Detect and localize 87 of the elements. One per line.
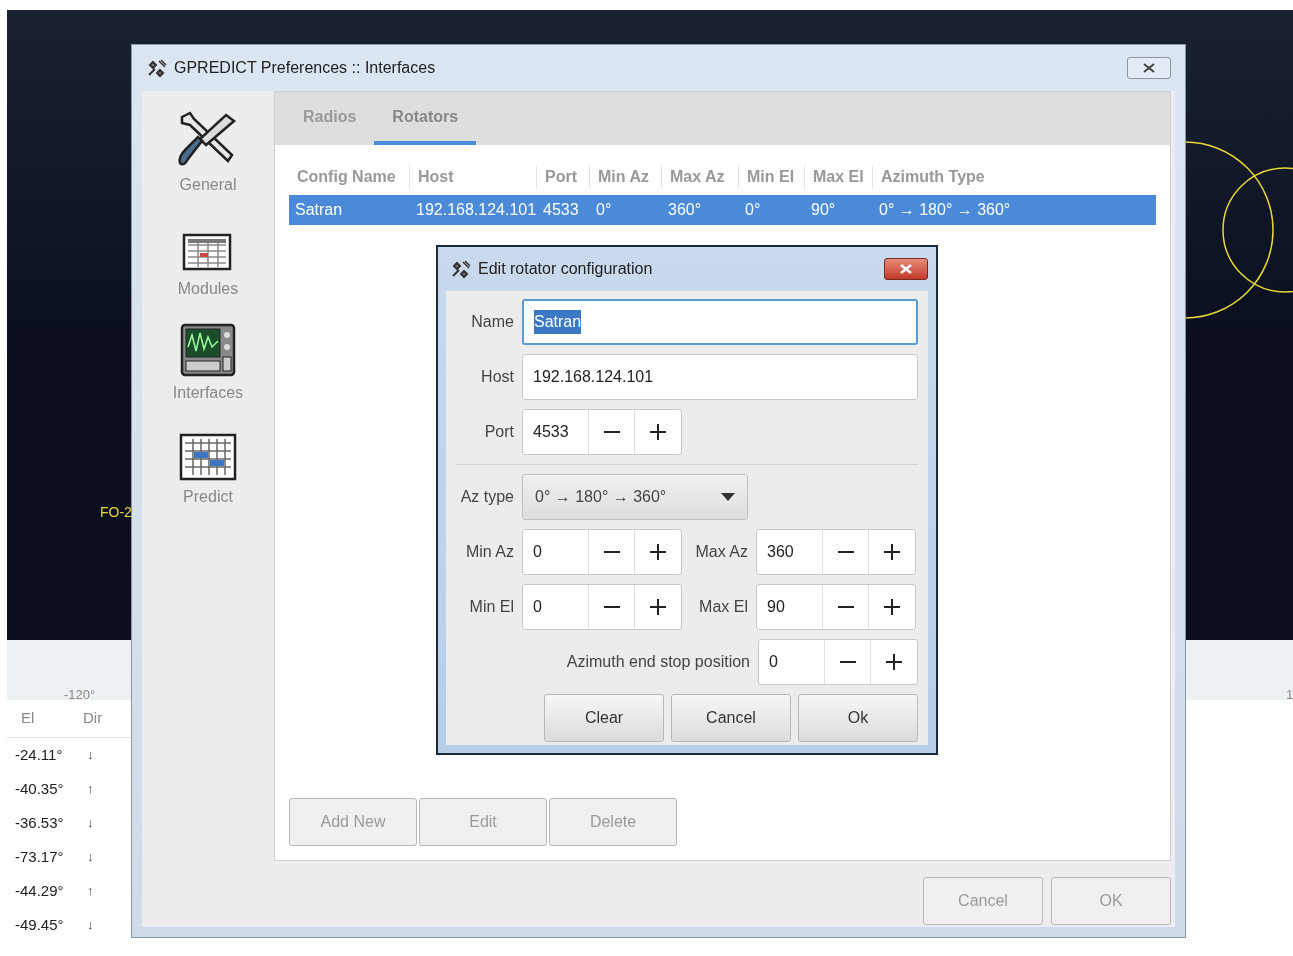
field-label: Azimuth end stop position — [566, 652, 750, 672]
minus-icon — [603, 551, 620, 553]
spin-field[interactable]: 0 — [758, 639, 918, 685]
satellite-icon — [146, 58, 168, 78]
table-cell-text: ↓ — [87, 848, 94, 867]
table-cell-text: 90° — [810, 200, 837, 220]
text-field[interactable]: 192.168.124.101 — [522, 354, 918, 400]
field-label: Az type — [459, 487, 514, 507]
map-label: 1 — [1286, 688, 1293, 701]
spreadsheet-icon — [182, 233, 234, 273]
close-button[interactable] — [884, 258, 928, 280]
spin-field[interactable]: 4533 — [522, 409, 682, 455]
field-label: Host — [480, 367, 514, 387]
column-header: Min Az — [590, 165, 662, 189]
number-input[interactable]: 90 — [757, 585, 823, 629]
satellite-icon — [450, 259, 472, 279]
number-input[interactable]: 4533 — [523, 410, 589, 454]
plus-icon — [650, 599, 666, 615]
minus-icon — [839, 661, 856, 663]
map-label: -120° — [64, 688, 96, 701]
field-value: 192.168.124.101 — [533, 367, 654, 387]
column-header: Config Name — [289, 165, 410, 189]
window-title: GPREDICT Preferences :: Interfaces — [174, 58, 436, 78]
table-cell-text: 360° — [667, 200, 703, 220]
minus-icon — [837, 551, 854, 553]
column-header: Azimuth Type — [880, 167, 986, 187]
text-field[interactable]: Satran — [522, 299, 918, 345]
close-icon — [900, 264, 912, 274]
dialog-button[interactable]: Clear — [544, 694, 664, 742]
table-row[interactable]: Satran 192.168.124.101 4533 0° 360° 0° 90° 0° → 180° → 360° — [289, 195, 1156, 225]
oscilloscope-icon — [180, 323, 236, 377]
table-cell-text: 0° — [595, 200, 613, 220]
spin-field[interactable]: 90 — [756, 584, 916, 630]
field-label: Max Az — [694, 542, 748, 562]
number-input[interactable]: 0 — [523, 585, 589, 629]
spin-field[interactable]: 0 — [522, 584, 682, 630]
table-cell-text: ↓ — [87, 814, 94, 833]
table-cell-text: 4533 — [542, 200, 580, 220]
grid-calendar-icon — [179, 433, 237, 481]
field-label: Min Az — [465, 542, 514, 562]
field-value: Satran — [534, 310, 582, 334]
minus-icon — [603, 431, 620, 433]
number-input[interactable]: 360 — [757, 530, 823, 574]
column-header: Port — [537, 165, 590, 189]
spin-field[interactable]: 360 — [756, 529, 916, 575]
caret-icon — [721, 493, 735, 501]
plus-icon — [884, 544, 900, 560]
table-cell-text: -49.45° — [14, 914, 65, 935]
column-header: Min El — [739, 165, 805, 189]
table-cell-text: 192.168.124.101 — [415, 200, 537, 220]
field-label: Name — [470, 312, 514, 332]
spin-field[interactable]: 0 — [522, 529, 682, 575]
number-input[interactable]: 0 — [523, 530, 589, 574]
plus-icon — [886, 654, 902, 670]
column-header: Host — [410, 165, 537, 189]
column-header: El — [20, 708, 36, 729]
table-cell-text: ↑ — [87, 780, 94, 799]
field-label: Max El — [698, 597, 748, 617]
minus-icon — [837, 606, 854, 608]
dialog-button[interactable]: Ok — [798, 694, 918, 742]
table-cell-text: Satran — [294, 200, 344, 220]
table-cell-text: ↓ — [87, 916, 94, 935]
number-input[interactable]: 0 — [759, 640, 825, 684]
plus-icon — [650, 424, 666, 440]
minus-icon — [603, 606, 620, 608]
dialog-button[interactable]: Cancel — [671, 694, 791, 742]
table-cell-text: ↑ — [87, 882, 94, 901]
table-cell-text: 0° — [744, 200, 762, 220]
plus-icon — [650, 544, 666, 560]
table-cell-text: -40.35° — [14, 778, 65, 799]
dialog-title: Edit rotator configuration — [478, 259, 653, 279]
column-header: Dir — [82, 708, 103, 729]
table-cell-text: -24.11° — [14, 744, 64, 765]
close-icon — [1143, 63, 1155, 73]
column-header: Max Az — [662, 165, 739, 189]
field-label: Port — [483, 422, 514, 442]
plus-icon — [884, 599, 900, 615]
table-cell-text: -73.17° — [14, 846, 65, 867]
column-header: Max El — [805, 165, 873, 189]
dropdown[interactable]: 0° → 180° → 360° — [522, 474, 748, 520]
map-label: FO-2 — [100, 505, 132, 519]
close-button[interactable] — [1127, 57, 1171, 79]
table-cell-text: ↓ — [87, 746, 94, 765]
table-cell-text: -44.29° — [14, 880, 65, 901]
table-cell-text: 0° → 180° → 360° — [878, 200, 1012, 220]
field-label: Min El — [468, 597, 514, 617]
table-cell-text: -36.53° — [14, 812, 65, 833]
